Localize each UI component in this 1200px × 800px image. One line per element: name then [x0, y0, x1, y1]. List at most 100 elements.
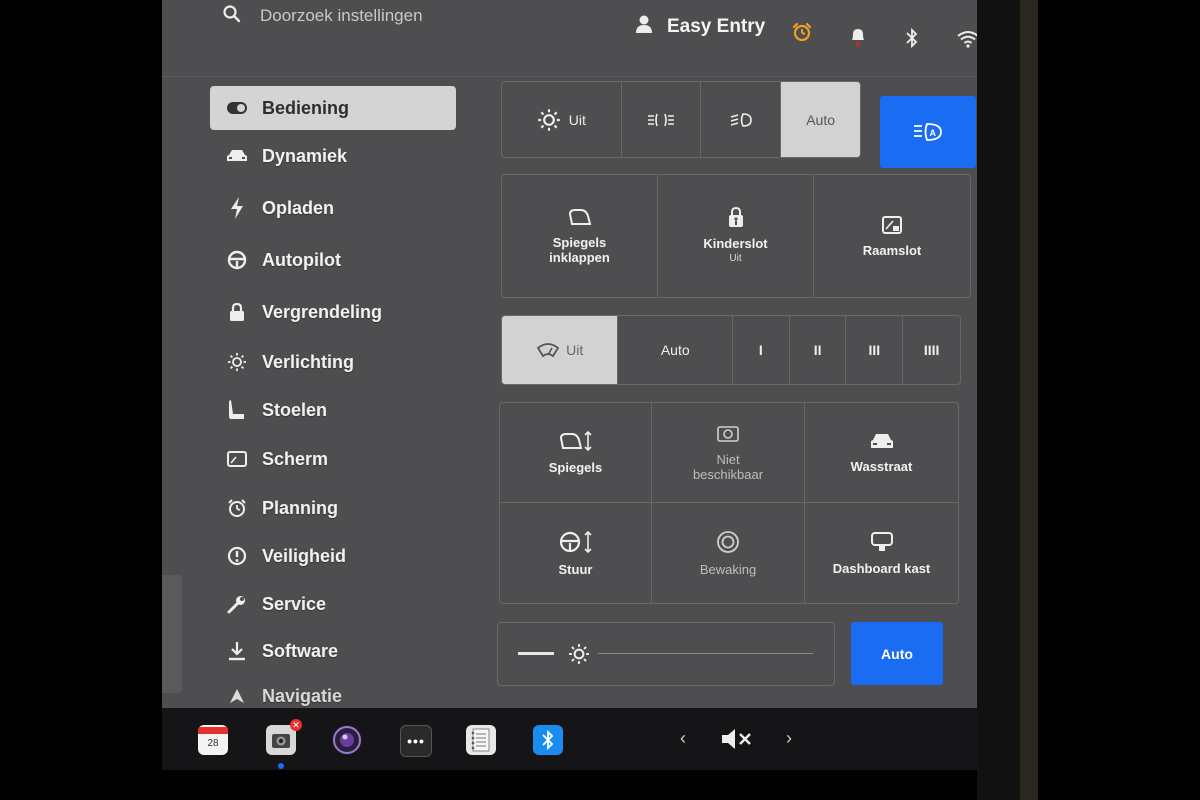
wiper-speed-2-option[interactable]: II — [790, 316, 847, 384]
profile-name[interactable]: Easy Entry — [667, 16, 765, 38]
display-brightness-control — [497, 622, 835, 686]
window-lock-button[interactable]: Raamslot — [814, 175, 970, 297]
search-input[interactable]: Doorzoek instellingen — [260, 6, 423, 26]
sun-icon — [226, 351, 248, 373]
steering-adjust-icon — [559, 530, 592, 553]
manual-app-icon[interactable] — [466, 725, 496, 755]
sidebar-item-vergrendeling[interactable]: Vergrendeling — [210, 290, 456, 334]
sidebar-item-stoelen[interactable]: Stoelen — [210, 388, 456, 432]
sidebar-item-label: Planning — [262, 497, 338, 518]
child-lock-button[interactable]: Kinderslot Uit — [658, 175, 814, 297]
wifi-icon[interactable] — [957, 30, 977, 48]
wrench-icon — [226, 593, 248, 615]
low-beam-icon — [730, 112, 752, 127]
wiper-icon — [536, 343, 560, 358]
close-badge-icon[interactable]: ✕ — [290, 719, 302, 731]
notebook-icon — [471, 728, 490, 752]
wiper-speed-4-option[interactable]: IIII — [903, 316, 960, 384]
parking-lights-icon — [648, 113, 675, 126]
sidebar-item-verlichting[interactable]: Verlichting — [210, 340, 456, 384]
wiper-selector: Uit Auto I II III IIII — [501, 315, 961, 385]
headlights-off-option[interactable]: Uit — [502, 82, 622, 157]
sidebar-item-label: Opladen — [262, 197, 335, 218]
bluetooth-icon[interactable] — [905, 27, 919, 49]
headlights-selector: Uit Auto — [501, 81, 861, 158]
sidebar-item-opladen[interactable]: Opladen — [210, 186, 456, 230]
mirror-icon — [568, 209, 591, 225]
sidebar-item-veiligheid[interactable]: Veiligheid — [210, 534, 456, 578]
wiper-off-option[interactable]: Uit — [502, 316, 619, 384]
child-lock-icon — [728, 206, 743, 227]
volume-down-icon[interactable]: ‹ — [680, 728, 686, 749]
window-lock-icon — [882, 215, 902, 234]
camera-icon — [717, 425, 739, 442]
brightness-slider-track[interactable] — [598, 653, 813, 654]
more-apps-icon[interactable]: ••• — [400, 725, 432, 757]
bluetooth-icon — [542, 729, 554, 751]
auto-high-beam-button[interactable]: A — [880, 96, 976, 168]
dots-icon: ••• — [407, 733, 425, 749]
lens-icon — [333, 726, 361, 754]
sidebar-item-label: Navigatie — [262, 685, 343, 706]
car-wash-button[interactable]: Wasstraat — [805, 403, 958, 503]
parking-lights-option[interactable] — [622, 82, 702, 157]
sentry-icon — [717, 530, 739, 553]
glovebox-icon — [870, 531, 893, 551]
dashcam-app-icon[interactable]: ✕ — [266, 719, 302, 769]
frame — [1020, 0, 1038, 800]
camera-icon — [272, 734, 290, 748]
car-wash-label: Wasstraat — [850, 459, 913, 474]
alarm-clock-icon[interactable] — [792, 22, 812, 42]
headlights-auto-option[interactable]: Auto — [781, 82, 860, 157]
calendar-app-icon[interactable]: 28 — [198, 725, 228, 755]
brightness-slider-fill[interactable] — [518, 652, 554, 655]
sidebar-item-bediening[interactable]: Bediening — [210, 86, 456, 130]
svg-text:A: A — [930, 128, 937, 138]
wiper-auto-option[interactable]: Auto — [618, 316, 733, 384]
sidebar-item-dynamiek[interactable]: Dynamiek — [210, 134, 456, 178]
brightness-auto-button[interactable]: Auto — [851, 622, 943, 685]
wiper-speed-1-option[interactable]: I — [733, 316, 790, 384]
top-bar: Doorzoek instellingen Easy Entry — [162, 0, 977, 77]
headlights-off-label: Uit — [568, 111, 586, 128]
profile-icon[interactable] — [635, 14, 653, 34]
volume-up-icon[interactable]: › — [786, 728, 792, 749]
bell-icon[interactable] — [849, 25, 867, 47]
sidebar-item-label: Stoelen — [262, 399, 328, 420]
glovebox-button[interactable]: Dashboard kast — [805, 503, 958, 603]
search-icon[interactable] — [222, 4, 242, 24]
navigation-icon — [226, 685, 248, 707]
sidebar-item-autopilot[interactable]: Autopilot — [210, 238, 456, 282]
calendar-header — [198, 726, 228, 734]
low-beam-option[interactable] — [701, 82, 782, 157]
bluetooth-app-icon[interactable] — [533, 725, 563, 755]
sidebar-item-planning[interactable]: Planning — [210, 486, 456, 530]
sidebar-item-label: Bediening — [262, 97, 350, 118]
wiper-off-label: Uit — [566, 342, 584, 358]
sidebar-item-service[interactable]: Service — [210, 582, 456, 626]
download-icon — [226, 640, 248, 662]
mute-icon[interactable] — [720, 728, 752, 750]
sentry-button[interactable]: Bewaking — [652, 503, 805, 603]
sidebar-item-software[interactable]: Software — [210, 629, 456, 673]
calendar-day: 28 — [207, 737, 219, 749]
wiper-speed-label: II — [813, 342, 822, 358]
wiper-auto-label: Auto — [660, 342, 690, 358]
auto-high-beam-icon: A — [914, 123, 942, 141]
wiper-speed-label: I — [758, 342, 763, 358]
alarm-clock-icon — [226, 497, 248, 519]
fold-mirrors-button[interactable]: Spiegels inklappen — [502, 175, 658, 297]
steering-adjust-button[interactable]: Stuur — [500, 503, 652, 603]
mirrors-adjust-button[interactable]: Spiegels — [500, 403, 652, 503]
sidebar-item-label: Dynamiek — [262, 145, 348, 166]
sidebar-item-navigatie[interactable]: Navigatie — [210, 674, 456, 708]
sidebar-item-scherm[interactable]: Scherm — [210, 437, 456, 481]
wiper-speed-3-option[interactable]: III — [846, 316, 904, 384]
taskbar: 28 ✕ ••• ‹ › — [162, 708, 977, 770]
media-app-icon[interactable] — [332, 725, 362, 755]
sidebar-item-label: Scherm — [262, 448, 329, 469]
sidebar-item-label: Autopilot — [262, 249, 341, 270]
alert-icon — [226, 545, 248, 567]
unavailable-tile: Niet beschikbaar — [652, 403, 805, 503]
sentry-label: Bewaking — [699, 561, 757, 577]
